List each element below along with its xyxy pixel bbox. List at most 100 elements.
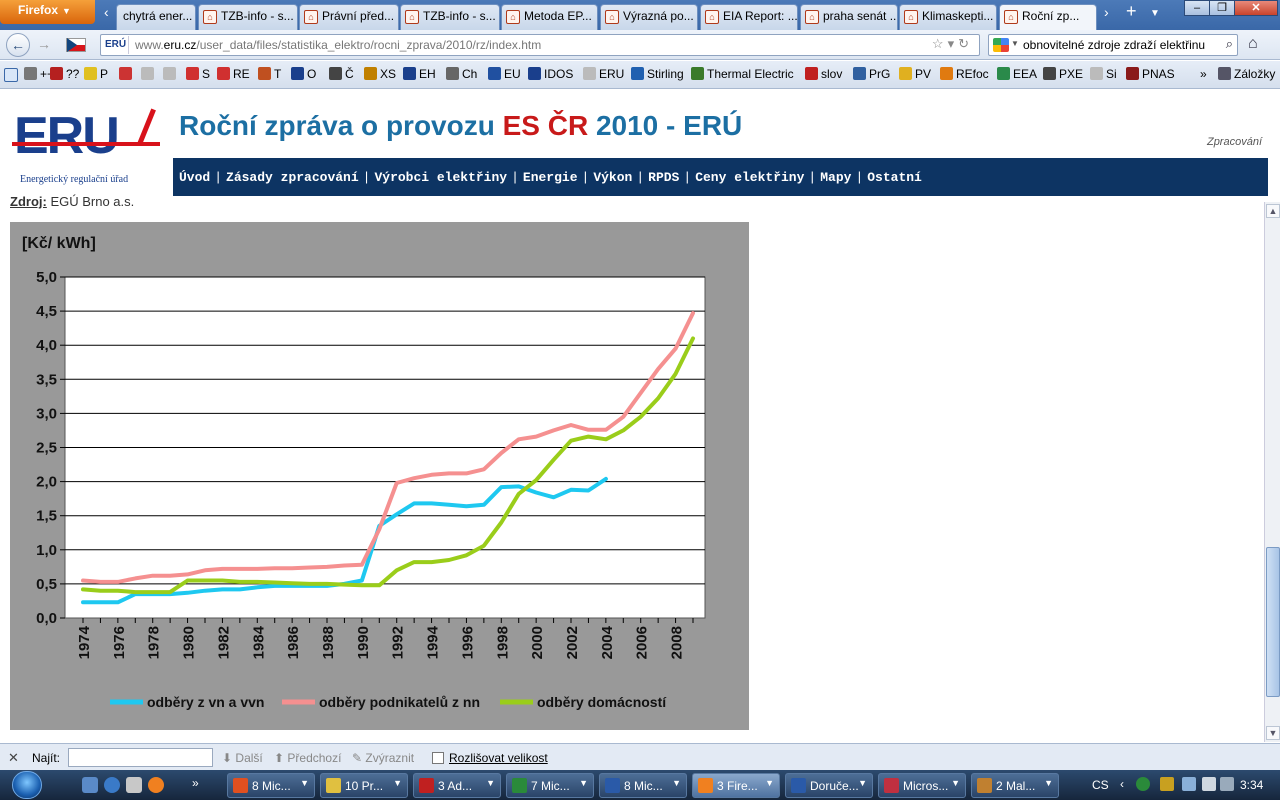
- tab-3[interactable]: ⌂ TZB-info - s...: [400, 4, 500, 30]
- language-indicator[interactable]: CS: [1092, 778, 1109, 792]
- taskbar-button[interactable]: Doruče... ▼: [785, 773, 873, 798]
- search-bar[interactable]: ▼ obnovitelné zdroje zdraží elektřinu ⌕: [988, 34, 1238, 56]
- firefox-icon[interactable]: [148, 777, 164, 793]
- tab-9[interactable]: ⌂ Roční zp...: [999, 4, 1097, 30]
- tab-6[interactable]: ⌂ EIA Report: ...: [700, 4, 798, 30]
- find-previous-button[interactable]: ⬆ Předchozí: [274, 751, 341, 765]
- bookmark-item[interactable]: ERU: [583, 67, 624, 81]
- bookmark-item[interactable]: XS: [364, 67, 396, 81]
- bookmark-item[interactable]: Č: [329, 67, 354, 81]
- search-engine-dropdown-icon[interactable]: ▼: [1011, 39, 1019, 48]
- network-icon[interactable]: [1182, 777, 1196, 791]
- bookmark-item[interactable]: PXE: [1043, 67, 1083, 81]
- site-menu-item[interactable]: RPDS: [648, 170, 679, 185]
- bookmarks-sidebar-icon[interactable]: [4, 68, 18, 82]
- bookmark-item[interactable]: PrG: [853, 67, 890, 81]
- tab-scroll-right-icon[interactable]: ›: [1104, 4, 1109, 20]
- close-window-icon[interactable]: ✕: [1234, 0, 1278, 16]
- clock[interactable]: 3:34: [1240, 778, 1263, 792]
- bookmark-item[interactable]: EH: [403, 67, 436, 81]
- taskbar-button[interactable]: 3 Ad... ▼: [413, 773, 501, 798]
- bookmark-item[interactable]: Si: [1090, 67, 1117, 81]
- bookmark-item[interactable]: EEA: [997, 67, 1037, 81]
- taskbar-button[interactable]: 3 Fire... ▼: [692, 773, 780, 798]
- bookmark-item[interactable]: P: [84, 67, 108, 81]
- tray-app-icon[interactable]: [1136, 777, 1150, 791]
- list-tabs-icon[interactable]: ▼: [1150, 8, 1160, 19]
- eru-logo[interactable]: ERU Energetický regulační úřad: [12, 106, 162, 188]
- site-menu-item[interactable]: Zásady zpracování: [226, 170, 359, 185]
- tab-2[interactable]: ⌂ Právní před...: [299, 4, 399, 30]
- site-menu-item[interactable]: Výrobci elektřiny: [374, 170, 507, 185]
- quicklaunch-more-icon[interactable]: »: [192, 776, 199, 790]
- bookmark-item[interactable]: Stirling: [631, 67, 684, 81]
- search-input[interactable]: obnovitelné zdroje zdraží elektřinu: [1023, 38, 1205, 52]
- taskbar-button[interactable]: Micros... ▼: [878, 773, 966, 798]
- bookmark-item[interactable]: [119, 67, 135, 81]
- bookmark-item[interactable]: Ch: [446, 67, 477, 81]
- site-menu-item[interactable]: Výkon: [593, 170, 632, 185]
- scroll-up-icon[interactable]: ▲: [1266, 204, 1280, 218]
- bookmark-item[interactable]: slov: [805, 67, 842, 81]
- search-icon[interactable]: ⌕: [1226, 36, 1233, 52]
- bookmark-item[interactable]: IDOS: [528, 67, 573, 81]
- czech-flag-icon[interactable]: [66, 38, 86, 52]
- bookmark-star-icon[interactable]: ☆▾↻: [932, 36, 973, 52]
- calculator-icon[interactable]: [126, 777, 142, 793]
- tab-4[interactable]: ⌂ Metoda EP...: [501, 4, 598, 30]
- site-menu-item[interactable]: Ostatní: [867, 170, 922, 185]
- find-next-button[interactable]: ⬇ Další: [222, 751, 263, 765]
- taskbar-button[interactable]: 2 Mal... ▼: [971, 773, 1059, 798]
- close-find-icon[interactable]: ✕: [8, 750, 19, 766]
- bookmark-item[interactable]: [141, 67, 157, 81]
- back-button[interactable]: ←: [6, 33, 30, 57]
- google-icon[interactable]: [993, 38, 1009, 52]
- bookmark-item[interactable]: REfoc: [940, 67, 989, 81]
- bookmark-item[interactable]: EU: [488, 67, 521, 81]
- site-menu-item[interactable]: Úvod: [179, 170, 210, 185]
- match-case-checkbox[interactable]: Rozlišovat velikost: [432, 751, 548, 765]
- tab-scroll-left-icon[interactable]: ‹: [104, 4, 109, 20]
- tab-5[interactable]: ⌂ Výrazná po...: [600, 4, 698, 30]
- tray-flag-icon[interactable]: [1160, 777, 1174, 791]
- bookmark-item[interactable]: S: [186, 67, 210, 81]
- tab-7[interactable]: ⌂ praha senát ...: [800, 4, 898, 30]
- url-text[interactable]: www.eru.cz/user_data/files/statistika_el…: [135, 38, 541, 52]
- tab-1[interactable]: ⌂ TZB-info - s...: [198, 4, 298, 30]
- site-menu-item[interactable]: Energie: [523, 170, 578, 185]
- volume-icon[interactable]: [1202, 777, 1216, 791]
- bookmarks-more-icon[interactable]: »: [1200, 67, 1207, 81]
- taskbar-button[interactable]: 10 Pr... ▼: [320, 773, 408, 798]
- site-menu-item[interactable]: Ceny elektřiny: [695, 170, 804, 185]
- taskbar-button[interactable]: 7 Mic... ▼: [506, 773, 594, 798]
- forward-button[interactable]: →: [32, 33, 56, 57]
- highlight-all-button[interactable]: ✎ Zvýraznit: [352, 751, 414, 765]
- start-button[interactable]: [12, 771, 42, 799]
- bookmarks-folder[interactable]: Záložky: [1218, 67, 1275, 81]
- site-menu-item[interactable]: Mapy: [820, 170, 851, 185]
- taskbar-button[interactable]: 8 Mic... ▼: [227, 773, 315, 798]
- minimize-icon[interactable]: –: [1184, 0, 1210, 16]
- firefox-menu-button[interactable]: Firefox ▼: [0, 0, 95, 24]
- url-bar[interactable]: ERÚ www.eru.cz/user_data/files/statistik…: [100, 34, 980, 56]
- site-identity-button[interactable]: ERÚ: [103, 36, 129, 54]
- bookmark-item[interactable]: T: [258, 67, 281, 81]
- bookmark-item[interactable]: ??: [50, 67, 79, 81]
- bookmark-item[interactable]: PNAS: [1126, 67, 1175, 81]
- find-input[interactable]: [68, 748, 213, 767]
- ie-icon[interactable]: [104, 777, 120, 793]
- bookmark-item[interactable]: Thermal Electric: [691, 67, 794, 81]
- tab-0[interactable]: chytrá ener...: [116, 4, 196, 30]
- bookmark-item[interactable]: O: [291, 67, 316, 81]
- scroll-down-icon[interactable]: ▼: [1266, 726, 1280, 740]
- scroll-thumb[interactable]: [1266, 547, 1280, 697]
- bookmark-item[interactable]: RE: [217, 67, 250, 81]
- show-desktop-icon[interactable]: [82, 777, 98, 793]
- power-icon[interactable]: [1220, 777, 1234, 791]
- vertical-scrollbar[interactable]: ▲ ▼: [1264, 202, 1280, 742]
- show-hidden-icons[interactable]: ‹: [1120, 777, 1124, 791]
- home-icon[interactable]: ⌂: [1248, 35, 1258, 53]
- taskbar-button[interactable]: 8 Mic... ▼: [599, 773, 687, 798]
- maximize-icon[interactable]: ❐: [1209, 0, 1235, 16]
- tab-8[interactable]: ⌂ Klimaskepti...: [899, 4, 997, 30]
